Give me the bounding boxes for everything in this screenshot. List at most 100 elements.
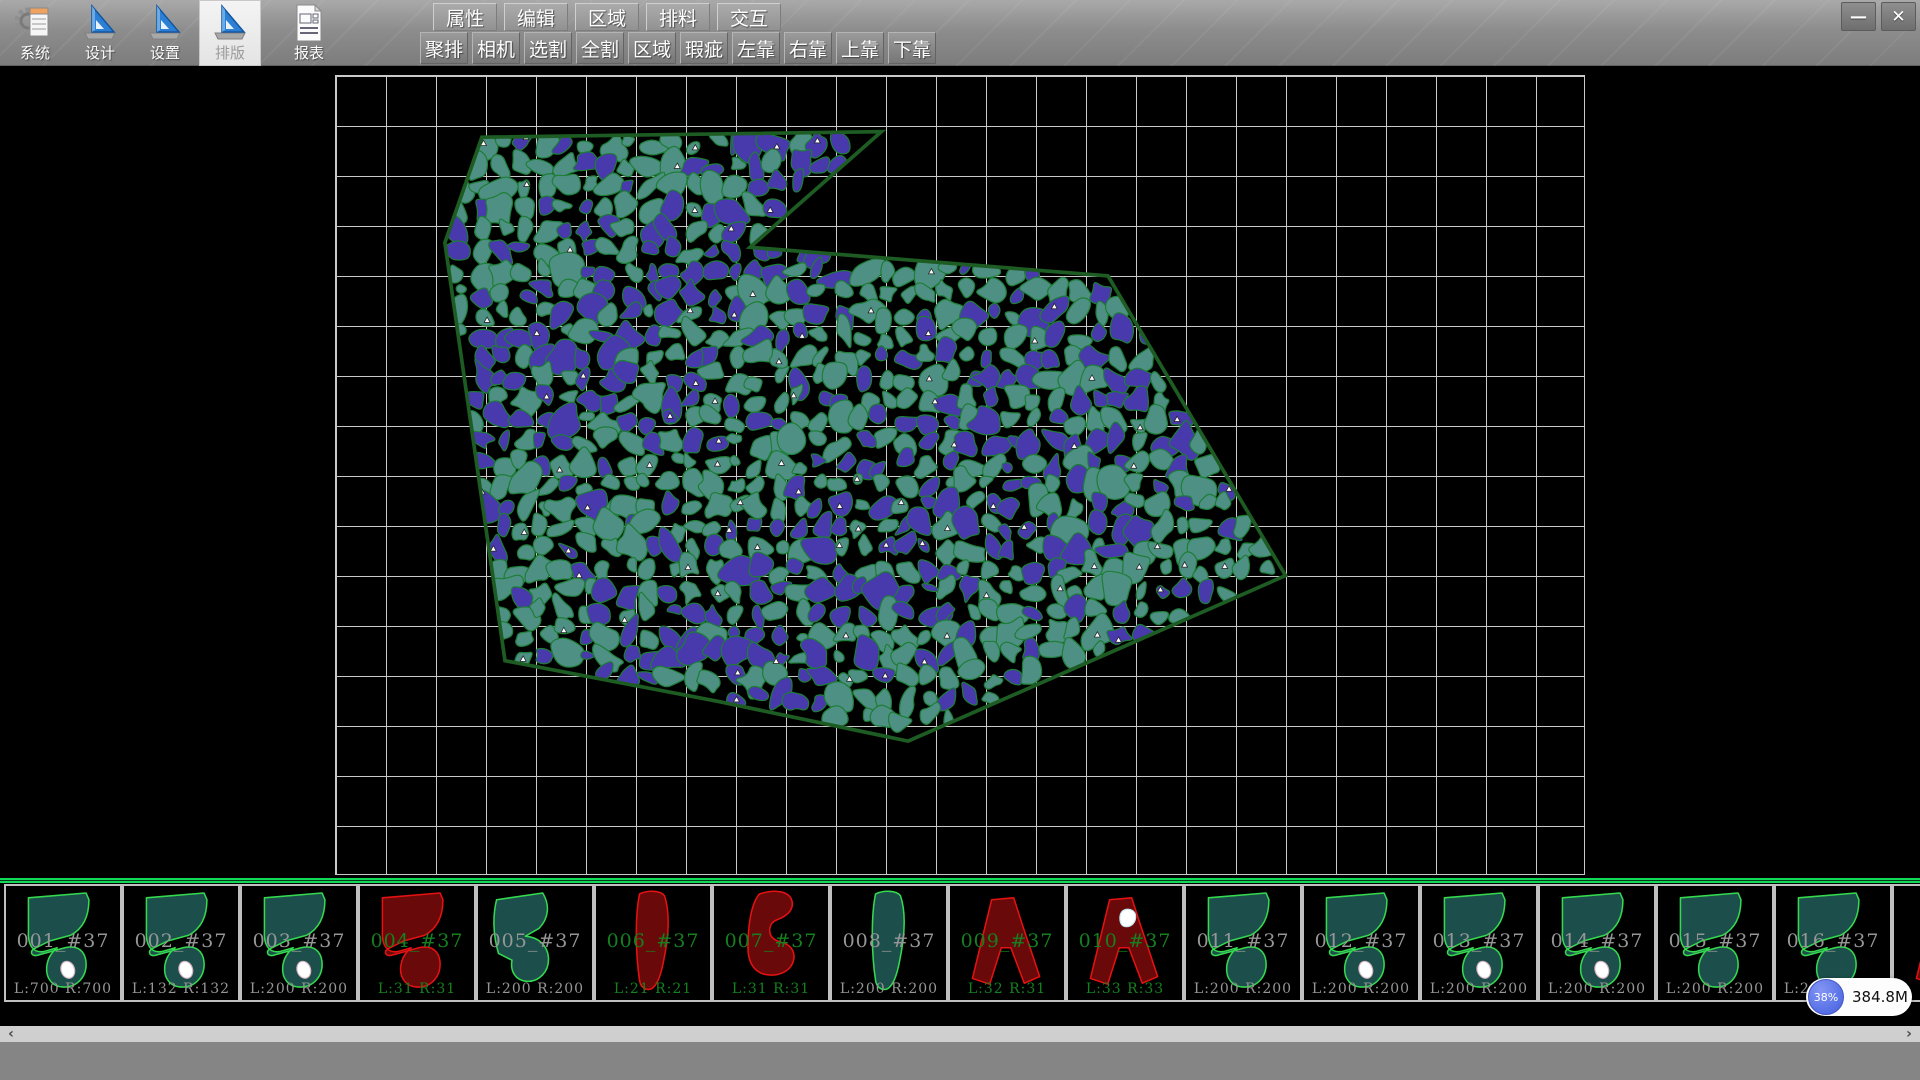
nested-piece[interactable] [790,518,807,538]
nested-piece[interactable] [681,603,707,624]
nested-piece[interactable] [746,412,774,430]
nested-piece[interactable] [548,402,581,440]
nested-piece[interactable] [761,149,781,173]
nested-piece[interactable] [793,169,804,192]
nested-piece[interactable] [510,264,531,282]
nested-piece[interactable] [809,431,827,446]
nested-piece[interactable] [880,287,897,302]
nested-piece[interactable] [869,404,887,424]
nested-piece[interactable] [858,534,872,555]
nested-piece[interactable] [595,238,619,255]
nested-piece[interactable] [499,500,515,515]
nested-piece[interactable] [998,540,1013,560]
nested-piece[interactable] [918,560,941,584]
nested-piece[interactable] [727,606,743,625]
nested-piece[interactable] [1020,585,1046,601]
nested-piece[interactable] [775,366,789,383]
nested-piece[interactable] [546,560,572,580]
nested-piece[interactable] [682,501,702,515]
nested-piece[interactable] [618,457,638,476]
nested-piece[interactable] [807,499,821,519]
nested-piece[interactable] [684,453,696,468]
nested-piece[interactable] [960,575,980,602]
piece-thumbnail-1[interactable]: 001_#37L:700 R:700 [4,884,122,1002]
nested-piece[interactable] [463,430,495,448]
nested-piece[interactable] [783,263,807,277]
tool-button-9[interactable]: 上靠 [836,32,884,64]
tool-button-5[interactable]: 区域 [628,32,676,64]
nested-piece[interactable] [776,541,788,554]
nested-piece[interactable] [979,476,993,487]
nested-piece[interactable] [786,558,803,574]
nested-piece[interactable] [659,429,684,452]
nested-piece[interactable] [544,497,576,523]
piece-thumbnail-7[interactable]: 007_#37L:31 R:31 [712,884,830,1002]
nested-piece[interactable] [1040,296,1069,323]
nested-piece[interactable] [681,316,706,345]
piece-thumbnail-3[interactable]: 003_#37L:200 R:200 [240,884,358,1002]
nested-piece[interactable] [883,391,898,408]
nested-piece[interactable] [1133,432,1148,451]
piece-thumbnail-12[interactable]: 012_#37L:200 R:200 [1302,884,1420,1002]
nested-piece[interactable] [555,578,585,596]
nested-piece[interactable] [697,670,720,693]
nested-piece[interactable] [1109,347,1127,372]
nested-piece[interactable] [509,307,526,326]
nested-piece[interactable] [552,200,572,212]
nested-piece[interactable] [577,141,593,153]
nested-piece[interactable] [576,532,596,552]
nested-piece[interactable] [814,474,827,488]
nested-piece[interactable] [1125,451,1150,472]
nested-piece[interactable] [897,388,918,409]
nested-piece[interactable] [746,460,761,478]
nested-piece[interactable] [979,599,1000,621]
tool-button-2[interactable]: 相机 [472,32,520,64]
mode-button-5[interactable]: 报表 [278,0,340,66]
nested-piece[interactable] [957,560,969,575]
nested-piece[interactable] [1064,417,1086,436]
nested-piece[interactable] [893,267,916,287]
nested-piece[interactable] [1020,277,1053,300]
nested-piece[interactable] [803,304,829,324]
nested-piece[interactable] [907,507,931,535]
nested-piece[interactable] [894,309,914,325]
nested-piece[interactable] [625,263,643,282]
scroll-left-arrow-icon[interactable]: ‹ [0,1026,22,1042]
nested-piece[interactable] [896,476,918,498]
nested-piece[interactable] [822,362,847,389]
menu-item-4[interactable]: 排料 [646,3,710,31]
nested-piece[interactable] [1066,298,1090,324]
nested-piece[interactable] [744,397,766,413]
nested-piece[interactable] [496,300,508,317]
nested-piece[interactable] [1022,455,1046,474]
nested-piece[interactable] [919,432,939,450]
piece-thumbnail-8[interactable]: 008_#37L:200 R:200 [830,884,948,1002]
tool-button-6[interactable]: 瑕疵 [680,32,728,64]
nested-piece[interactable] [900,686,916,719]
nested-piece[interactable] [520,290,537,304]
nested-piece[interactable] [805,577,837,602]
nested-piece[interactable] [579,200,592,214]
nested-piece[interactable] [1136,582,1146,600]
nested-piece[interactable] [810,157,830,173]
nested-piece[interactable] [1041,350,1059,369]
nested-piece[interactable] [725,418,745,433]
nested-piece[interactable] [616,586,640,612]
nested-piece[interactable] [959,347,974,361]
nested-piece[interactable] [939,667,959,689]
nested-piece[interactable] [850,258,885,286]
nested-piece[interactable] [1198,579,1213,604]
piece-thumbnail-5[interactable]: 005_#37L:200 R:200 [476,884,594,1002]
nested-piece[interactable] [891,642,917,665]
nested-piece[interactable] [703,261,728,280]
nested-piece[interactable] [728,479,745,493]
nested-piece[interactable] [922,584,939,592]
tool-button-3[interactable]: 选割 [524,32,572,64]
nested-piece[interactable] [686,221,707,242]
nested-piece[interactable] [962,682,977,705]
nested-piece[interactable] [683,427,704,453]
nested-piece[interactable] [516,631,534,646]
nested-piece[interactable] [854,333,871,346]
nested-piece[interactable] [551,638,585,667]
nested-piece[interactable] [750,580,773,604]
